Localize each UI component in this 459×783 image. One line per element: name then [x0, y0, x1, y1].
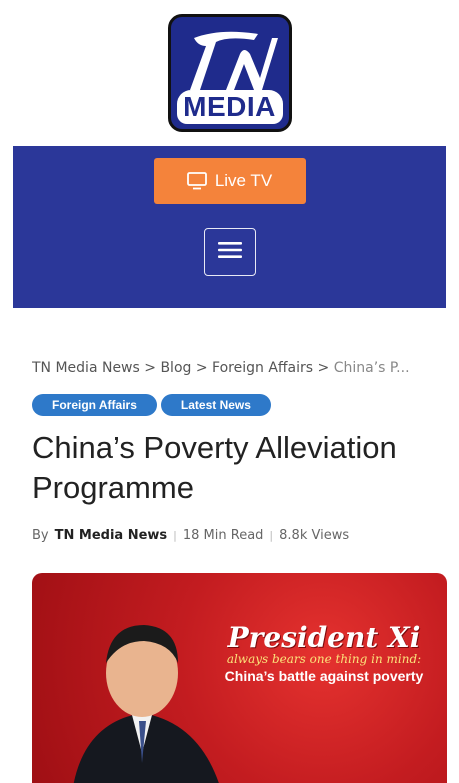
tn-media-logo[interactable]: MEDIA — [167, 14, 292, 132]
category-tags: Foreign Affairs Latest News — [32, 394, 459, 416]
author-link[interactable]: TN Media News — [55, 528, 168, 543]
hero-subline: always bears one thing in mind: — [226, 652, 422, 666]
breadcrumb: TN Media News > Blog > Foreign Affairs >… — [32, 360, 446, 376]
breadcrumb-separator: > — [144, 360, 156, 376]
view-count: 8.8k Views — [279, 528, 350, 543]
tv-icon — [186, 172, 207, 190]
hamburger-icon — [217, 240, 243, 264]
tag-latest-news[interactable]: Latest News — [160, 394, 271, 416]
site-header-logo-area: MEDIA — [0, 0, 459, 146]
live-tv-label: Live TV — [214, 171, 273, 190]
meta-divider: | — [269, 529, 274, 542]
hero-subline-2: China’s battle against poverty — [224, 668, 424, 684]
breadcrumb-separator: > — [195, 360, 208, 376]
logo-mark — [171, 21, 289, 99]
hero-headline: President Xi — [227, 621, 421, 654]
logo-text: MEDIA — [176, 90, 283, 124]
article-title: China’s Poverty Alleviation Programme — [32, 430, 397, 505]
breadcrumb-current: China’s P... — [333, 360, 410, 376]
article-meta: By TN Media News | 18 Min Read | 8.8k Vi… — [32, 528, 459, 543]
live-tv-button[interactable]: Live TV — [153, 158, 306, 204]
hero-caption: President Xi always bears one thing in m… — [204, 621, 444, 684]
breadcrumb-separator: > — [317, 360, 330, 376]
tag-foreign-affairs[interactable]: Foreign Affairs — [32, 394, 157, 416]
read-time: 18 Min Read — [182, 528, 264, 543]
breadcrumb-category-link[interactable]: Foreign Affairs — [212, 360, 313, 376]
breadcrumb-home-link[interactable]: TN Media News — [32, 360, 140, 376]
breadcrumb-blog-link[interactable]: Blog — [160, 360, 191, 376]
by-label: By — [32, 528, 49, 543]
hero-image: President Xi always bears one thing in m… — [32, 573, 447, 783]
meta-divider: | — [173, 529, 177, 542]
nav-band: Live TV — [13, 146, 446, 308]
menu-toggle-button[interactable] — [203, 228, 256, 276]
